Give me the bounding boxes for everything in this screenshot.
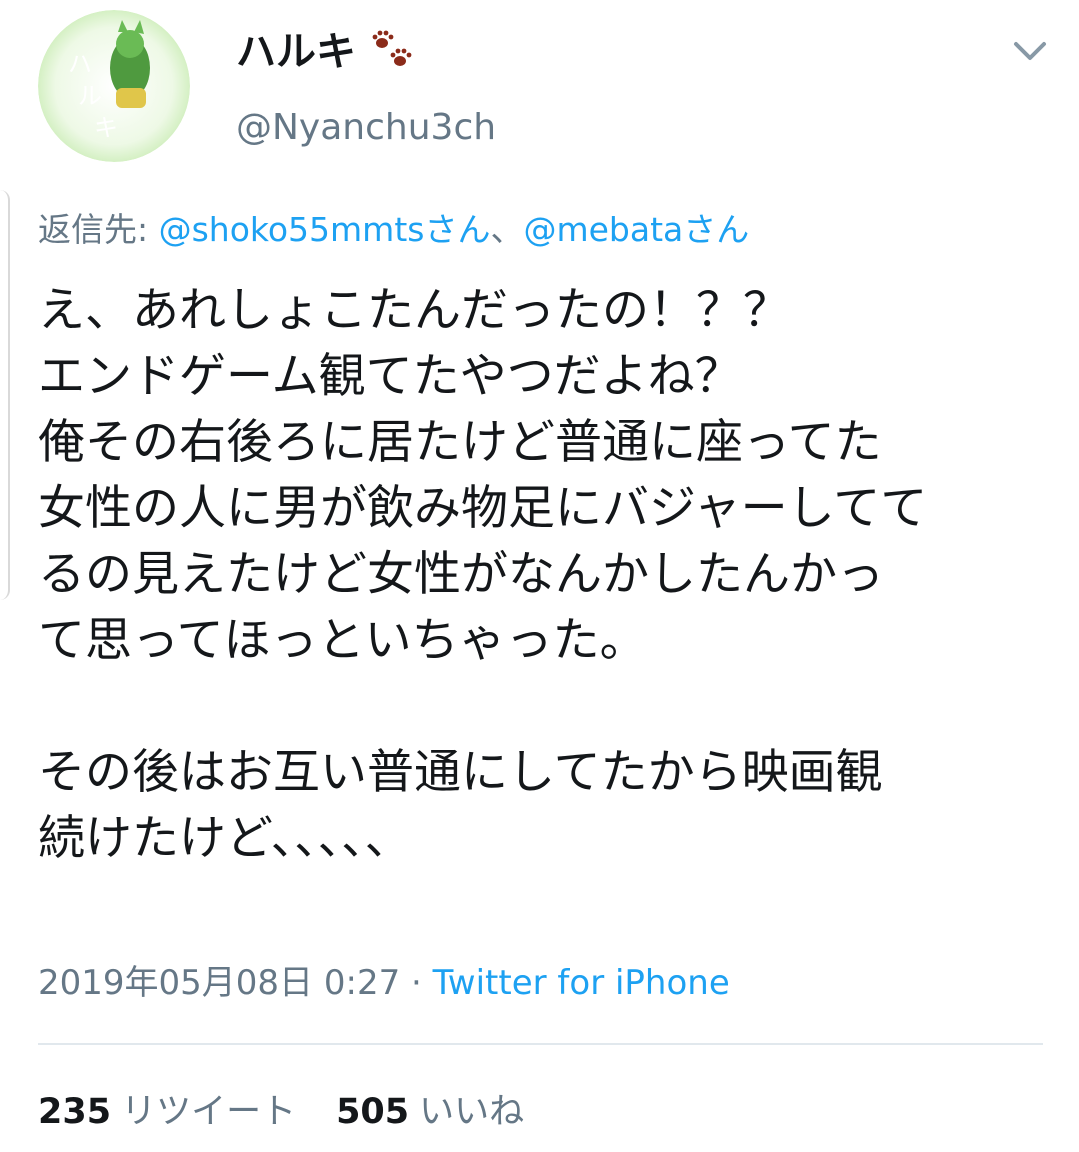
likes-stat[interactable]: 505 いいね — [336, 1088, 524, 1136]
paw-prints-icon — [372, 30, 412, 66]
tweet-timestamp[interactable]: 2019年05月08日 0:27 — [38, 963, 400, 1003]
tweet-meta: 2019年05月08日 0:27 · Twitter for iPhone — [38, 960, 730, 1006]
tweet-stats: 235 リツイート 505 いいね — [38, 1088, 524, 1136]
display-name: ハルキ — [236, 29, 356, 75]
reply-mention-shoko[interactable]: @shoko55mmtsさん — [159, 210, 491, 249]
reply-mention-mebata[interactable]: @mebataさん — [523, 210, 749, 249]
reply-prefix: 返信先: — [38, 210, 159, 249]
tweet-line: 俺その右後ろに居たけど普通に座ってた — [38, 415, 882, 470]
tweet-line: エンドゲーム観てたやつだよね？ — [38, 349, 742, 404]
reply-separator: 、 — [490, 210, 524, 249]
retweet-label: リツイート — [121, 1092, 297, 1132]
tweet-line: 女性の人に男が飲み物足にバジャーしてて — [38, 481, 928, 536]
avatar[interactable]: ハ ル キ — [38, 10, 190, 162]
user-handle[interactable]: @Nyanchu3ch — [236, 104, 496, 152]
divider — [38, 1043, 1043, 1045]
avatar-letter-3: キ — [94, 114, 118, 142]
retweets-stat[interactable]: 235 リツイート — [38, 1088, 296, 1136]
like-count: 505 — [336, 1092, 410, 1132]
tweet-line: その後はお互い普通にしてたから映画観 — [38, 745, 883, 800]
retweet-count: 235 — [38, 1092, 112, 1132]
like-label: いいね — [419, 1092, 525, 1132]
tweet-source-link[interactable]: Twitter for iPhone — [433, 963, 730, 1003]
tweet-line: え、あれしょこたんだったの！？？ — [38, 283, 790, 338]
tweet-line: 続けたけど、、、、、 — [38, 811, 412, 866]
avatar-letter-2: ル — [78, 82, 102, 110]
tweet-line: るの見えたけど女性がなんかしたんかっ — [38, 547, 884, 602]
avatar-letter-1: ハ — [68, 50, 92, 78]
scroll-edge-indicator — [0, 190, 10, 600]
reply-to-line: 返信先: @shoko55mmtsさん、@mebataさん — [38, 205, 749, 255]
tweet-text: え、あれしょこたんだったの！？？ エンドゲーム観てたやつだよね？ 俺その右後ろに… — [38, 278, 1058, 872]
tweet-line: て思ってほっといちゃった。 — [38, 613, 647, 668]
display-name-row[interactable]: ハルキ — [236, 26, 416, 78]
meta-dot: · — [400, 963, 433, 1003]
avatar-image: ハ ル キ — [38, 10, 190, 162]
chevron-down-icon[interactable] — [1010, 36, 1050, 64]
